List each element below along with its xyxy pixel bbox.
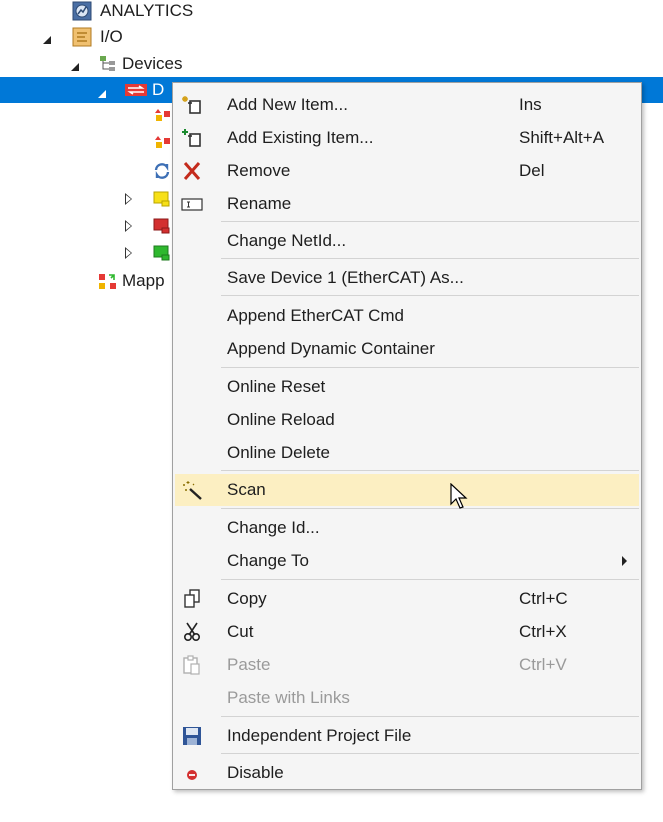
menu-add-existing-item[interactable]: Add Existing Item... Shift+Alt+A: [175, 122, 639, 154]
menu-separator: [221, 295, 639, 296]
tree-label-devices: Devices: [122, 54, 183, 73]
io-folder-icon: [72, 27, 92, 47]
menu-label: Disable: [227, 763, 284, 782]
menu-label: Rename: [227, 194, 292, 213]
menu-label: Change Id...: [227, 518, 320, 537]
menu-shortcut: Ctrl+X: [519, 622, 567, 641]
add-existing-item-icon: [181, 128, 203, 148]
tree-item-image[interactable]: [152, 104, 172, 130]
menu-disable[interactable]: Disable: [175, 757, 639, 789]
scissors-icon: [181, 622, 203, 642]
menu-change-id[interactable]: Change Id...: [175, 512, 639, 544]
menu-change-to[interactable]: Change To: [175, 545, 639, 577]
menu-label: Append Dynamic Container: [227, 339, 435, 358]
menu-separator: [221, 579, 639, 580]
menu-label: Online Delete: [227, 443, 331, 462]
expand-inputs-arrow[interactable]: [125, 193, 133, 205]
tree-label-mappings: Mapp: [122, 271, 165, 290]
menu-save-device-as[interactable]: Save Device 1 (EtherCAT) As...: [175, 262, 639, 294]
menu-label: Independent Project File: [227, 726, 412, 745]
menu-separator: [221, 508, 639, 509]
tree-item-mappings[interactable]: Mapp: [98, 268, 165, 294]
expand-infodata-arrow[interactable]: [125, 247, 133, 259]
menu-online-reset[interactable]: Online Reset: [175, 371, 639, 403]
menu-paste-with-links[interactable]: Paste with Links: [175, 682, 639, 714]
menu-remove[interactable]: Remove Del: [175, 155, 639, 187]
tree-item-io[interactable]: I/O: [72, 24, 123, 50]
outputs-red-icon: [152, 216, 172, 236]
menu-rename[interactable]: Rename: [175, 188, 639, 220]
tree-label-device1: D: [152, 80, 165, 99]
inputs-yellow-icon: [152, 189, 172, 209]
menu-label: Change NetId...: [227, 231, 347, 250]
menu-label: Add Existing Item...: [227, 128, 374, 147]
menu-label: Change To: [227, 551, 309, 570]
tree-item-image-info[interactable]: [152, 131, 172, 157]
analytics-icon: [72, 1, 92, 21]
add-new-item-icon: [181, 95, 203, 115]
menu-cut[interactable]: Cut Ctrl+X: [175, 616, 639, 648]
menu-shortcut: Ctrl+C: [519, 589, 568, 608]
menu-online-reload[interactable]: Online Reload: [175, 404, 639, 436]
remove-x-icon: [181, 161, 203, 181]
menu-label: Save Device 1 (EtherCAT) As...: [227, 268, 464, 287]
menu-scan[interactable]: Scan: [175, 474, 639, 506]
menu-paste[interactable]: Paste Ctrl+V: [175, 649, 639, 681]
image-icon: [152, 107, 172, 127]
menu-label: Copy: [227, 589, 267, 608]
rename-icon: [181, 194, 203, 214]
menu-separator: [221, 753, 639, 754]
tree-item-infodata[interactable]: [152, 240, 172, 266]
expand-outputs-arrow[interactable]: [125, 220, 133, 232]
tree-label-analytics: ANALYTICS: [100, 1, 194, 20]
infodata-green-icon: [152, 243, 172, 263]
menu-label: Paste with Links: [227, 688, 350, 707]
ethercat-device-icon: [124, 80, 147, 100]
tree-item-device1[interactable]: D: [124, 77, 164, 103]
magic-wand-icon: [181, 480, 203, 500]
menu-separator: [221, 221, 639, 222]
menu-shortcut: Ins: [519, 95, 542, 114]
menu-label: Paste: [227, 655, 271, 674]
tree-item-outputs[interactable]: [152, 213, 172, 239]
menu-label: Online Reset: [227, 377, 326, 396]
image-info-icon: [152, 134, 172, 154]
menu-separator: [221, 716, 639, 717]
disable-icon: [181, 763, 203, 783]
menu-shortcut: Del: [519, 161, 545, 180]
floppy-disk-icon: [181, 726, 203, 746]
menu-label: Cut: [227, 622, 254, 641]
paste-icon: [181, 655, 203, 675]
menu-shortcut: Shift+Alt+A: [519, 128, 605, 147]
menu-independent-project-file[interactable]: Independent Project File: [175, 720, 639, 752]
mouse-cursor-icon: [450, 482, 470, 516]
menu-separator: [221, 470, 639, 471]
menu-label: Online Reload: [227, 410, 335, 429]
submenu-arrow-icon: [622, 556, 627, 566]
menu-separator: [221, 258, 639, 259]
tree-item-analytics[interactable]: ANALYTICS: [72, 0, 193, 24]
menu-add-new-item[interactable]: Add New Item... Ins: [175, 89, 639, 121]
menu-copy[interactable]: Copy Ctrl+C: [175, 583, 639, 615]
menu-append-ethercat-cmd[interactable]: Append EtherCAT Cmd: [175, 300, 639, 332]
menu-label: Remove: [227, 161, 291, 180]
menu-separator: [221, 367, 639, 368]
context-menu: Add New Item... Ins Add Existing Item...…: [172, 82, 642, 790]
tree-item-syncunits[interactable]: [152, 158, 172, 184]
devices-tree-icon: [98, 54, 118, 74]
menu-label: Add New Item...: [227, 95, 348, 114]
tree-item-inputs[interactable]: [152, 186, 172, 212]
mappings-icon: [98, 271, 118, 291]
tree-item-devices[interactable]: Devices: [98, 51, 182, 77]
menu-change-netid[interactable]: Change NetId...: [175, 225, 639, 257]
menu-append-dynamic-container[interactable]: Append Dynamic Container: [175, 333, 639, 365]
tree-label-io: I/O: [100, 27, 123, 46]
menu-label: Append EtherCAT Cmd: [227, 306, 405, 325]
copy-icon: [181, 589, 203, 609]
menu-online-delete[interactable]: Online Delete: [175, 437, 639, 469]
menu-shortcut: Ctrl+V: [519, 655, 567, 674]
menu-label: Scan: [227, 480, 266, 499]
sync-arrows-icon: [152, 161, 172, 181]
